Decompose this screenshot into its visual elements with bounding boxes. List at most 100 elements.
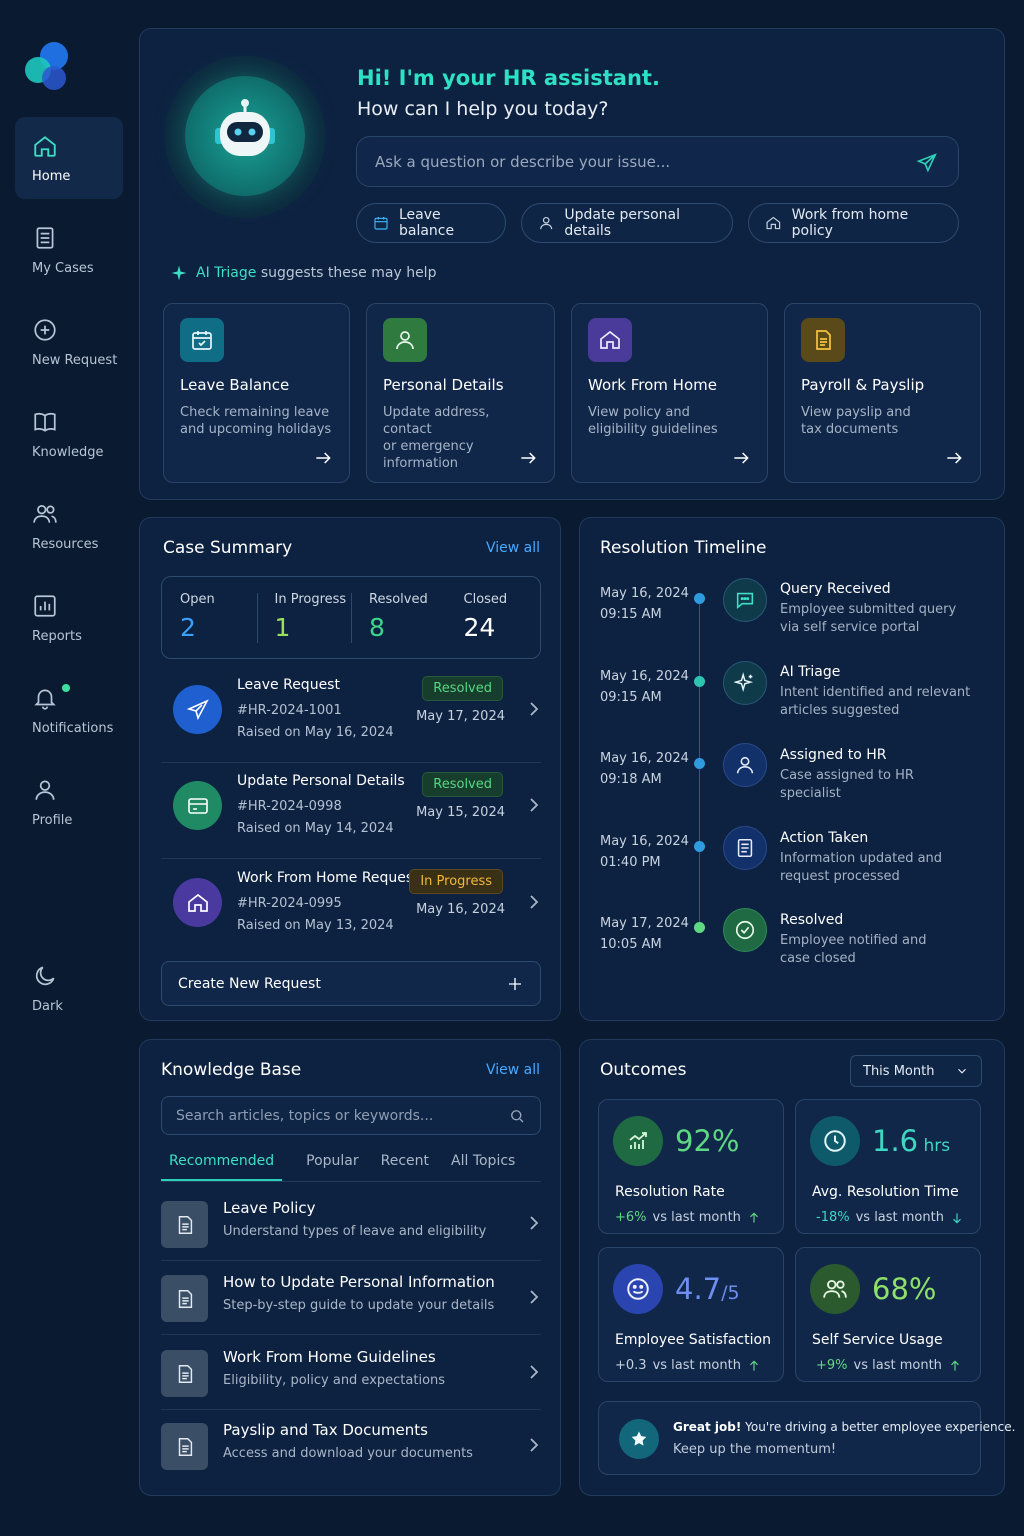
tab-popular[interactable]: Popular <box>298 1144 367 1181</box>
stat-value: 2 <box>180 613 196 642</box>
send-icon[interactable] <box>916 152 938 174</box>
id-card-icon <box>173 781 222 830</box>
triage-card-leave-balance[interactable]: Leave Balance Check remaining leave and u… <box>163 303 350 483</box>
event-date: May 16, 2024 <box>600 669 689 684</box>
article-item[interactable]: Payslip and Tax Documents Access and dow… <box>161 1409 541 1483</box>
event-date: May 16, 2024 <box>600 751 689 766</box>
triage-card-work-from-home[interactable]: Work From Home View policy and eligibilit… <box>571 303 768 483</box>
case-id: #HR-2024-1001 <box>237 703 342 718</box>
timeline-event: Action Taken Information updated and reque… <box>780 830 942 886</box>
timeline-dot <box>694 593 705 604</box>
star-icon <box>619 1419 659 1459</box>
event-desc: request processed <box>780 869 900 884</box>
case-row[interactable]: Work From Home Request #HR-2024-0995 Rai… <box>161 860 541 956</box>
ask-input[interactable]: Ask a question or describe your issue... <box>356 136 959 187</box>
article-item[interactable]: Work From Home Guidelines Eligibility, p… <box>161 1336 541 1410</box>
event-title: Assigned to HR <box>780 747 887 763</box>
nav-label: Knowledge <box>32 445 104 460</box>
stat-resolved[interactable]: Resolved 8 <box>351 577 446 658</box>
stat-in-progress[interactable]: In Progress 1 <box>256 577 352 658</box>
nav-new-request[interactable]: New Request <box>15 301 123 383</box>
triage-text: suggests these may help <box>260 265 437 281</box>
nav-label: Notifications <box>32 721 114 736</box>
article-title: Leave Policy <box>223 1199 316 1217</box>
arrow-right-icon <box>734 452 749 464</box>
case-row[interactable]: Update Personal Details #HR-2024-0998 Ra… <box>161 763 541 859</box>
article-item[interactable]: Leave Policy Understand types of leave a… <box>161 1187 541 1261</box>
dark-mode-toggle[interactable]: Dark <box>15 947 123 1029</box>
ai-triage-label: AI Triage suggests these may help <box>170 264 436 282</box>
metric-vs: vs last month <box>652 1358 741 1373</box>
nav-reports[interactable]: Reports <box>15 577 123 659</box>
robot-icon <box>215 99 275 156</box>
stat-closed[interactable]: Closed 24 <box>446 577 541 658</box>
banner-bold: Great job! <box>673 1420 742 1434</box>
case-id: #HR-2024-0998 <box>237 799 342 814</box>
stat-open[interactable]: Open 2 <box>162 577 257 658</box>
case-summary-view-all[interactable]: View all <box>486 540 540 556</box>
chevron-right-icon <box>530 798 539 812</box>
nav-resources[interactable]: Resources <box>15 485 123 567</box>
chip-work-from-home-policy[interactable]: Work from home policy <box>748 203 959 243</box>
event-date: May 17, 2024 <box>600 916 689 931</box>
nav-label: Home <box>32 169 71 184</box>
article-title: Payslip and Tax Documents <box>223 1421 428 1439</box>
chip-label: Update personal details <box>564 207 680 239</box>
knowledge-search-input[interactable]: Search articles, topics or keywords... <box>161 1096 541 1135</box>
nav-label: Reports <box>32 629 82 644</box>
case-resolved-date: May 17, 2024 <box>416 709 505 724</box>
bot-avatar <box>165 56 325 218</box>
period-select[interactable]: This Month <box>850 1055 982 1087</box>
stat-value: 24 <box>463 613 496 642</box>
plus-icon <box>509 977 521 990</box>
banner-line: Great job! You're driving a better emplo… <box>673 1420 1015 1434</box>
triage-card-personal-details[interactable]: Personal Details Update address, contact… <box>366 303 555 483</box>
event-desc: case closed <box>780 951 856 966</box>
outcomes-title: Outcomes <box>600 1060 687 1080</box>
card-desc: tax documents <box>801 422 899 437</box>
nav-profile[interactable]: Profile <box>15 761 123 843</box>
metric-delta: +0.3 <box>615 1358 647 1373</box>
metric-label: Self Service Usage <box>812 1332 943 1348</box>
outcomes-panel: Outcomes This Month 92% Resolution Rate … <box>579 1039 1015 1496</box>
plus-circle-icon <box>34 319 56 341</box>
nav-notifications[interactable]: Notifications <box>15 669 123 751</box>
nav-label: New Request <box>32 353 118 368</box>
nav-knowledge[interactable]: Knowledge <box>15 393 123 475</box>
search-icon[interactable] <box>508 1107 526 1125</box>
document-icon <box>161 1201 208 1248</box>
chip-leave-balance[interactable]: Leave balance <box>356 203 506 243</box>
search-placeholder: Search articles, topics or keywords... <box>176 1107 434 1124</box>
tab-recent[interactable]: Recent <box>373 1144 437 1181</box>
case-row[interactable]: Leave Request #HR-2024-1001 Raised on Ma… <box>161 667 541 763</box>
knowledge-view-all[interactable]: View all <box>486 1062 540 1078</box>
document-list-icon <box>36 227 54 249</box>
chip-update-personal-details[interactable]: Update personal details <box>521 203 733 243</box>
create-new-request-button[interactable]: Create New Request <box>161 961 541 1006</box>
nav-my-cases[interactable]: My Cases <box>15 209 123 291</box>
home-icon <box>34 136 56 157</box>
case-title: Update Personal Details <box>237 773 405 789</box>
metric-unit: hrs <box>918 1136 951 1156</box>
event-desc: specialist <box>780 786 841 801</box>
sidebar: Home My Cases New Request Knowledge Reso… <box>0 0 130 1536</box>
tab-recommended[interactable]: Recommended <box>161 1144 283 1181</box>
tab-all-topics[interactable]: All Topics <box>443 1144 523 1181</box>
airplane-icon <box>173 685 222 734</box>
document-icon <box>161 1275 208 1322</box>
case-summary-title: Case Summary <box>163 538 293 558</box>
article-item[interactable]: How to Update Personal Information Step-… <box>161 1261 541 1335</box>
timeline-event: Assigned to HR Case assigned to HR special… <box>780 747 914 803</box>
timeline-event: Query Received Employee submitted query vi… <box>780 581 956 637</box>
nav-label: Resources <box>32 537 99 552</box>
users-icon <box>33 505 57 523</box>
nav-label: My Cases <box>32 261 94 276</box>
card-title: Work From Home <box>588 376 717 394</box>
case-title: Work From Home Request <box>237 870 419 886</box>
triage-card-payroll[interactable]: Payroll & Payslip View payslip and tax do… <box>784 303 981 483</box>
nav-label: Profile <box>32 813 73 828</box>
book-icon <box>34 412 56 432</box>
metric-delta: -18% <box>816 1210 850 1225</box>
nav-home[interactable]: Home <box>15 117 123 199</box>
calendar-icon <box>180 318 224 362</box>
